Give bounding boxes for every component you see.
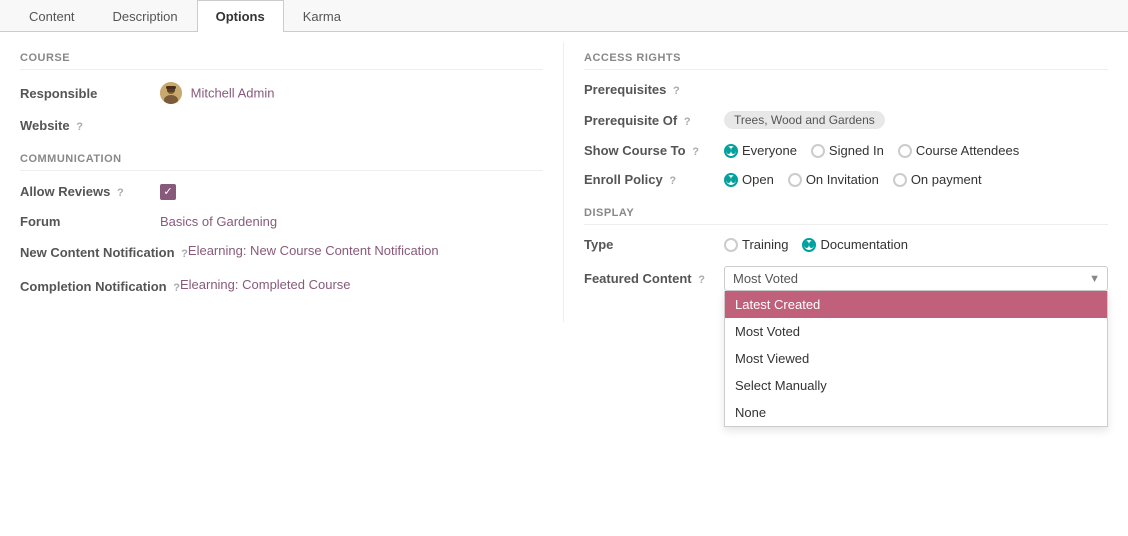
- radio-everyone-circle: [724, 144, 738, 158]
- new-content-notification-row: New Content Notification ? Elearning: Ne…: [20, 243, 543, 264]
- prerequisite-of-help-icon: ?: [684, 116, 691, 128]
- type-training[interactable]: Training: [724, 237, 788, 252]
- new-content-notification-value: Elearning: New Course Content Notificati…: [188, 243, 543, 258]
- completion-notification-label: Completion Notification ?: [20, 277, 180, 298]
- completion-link[interactable]: Elearning: Completed Course: [180, 277, 351, 292]
- type-documentation[interactable]: Documentation: [802, 237, 907, 252]
- forum-row: Forum Basics of Gardening: [20, 214, 543, 229]
- show-course-to-row: Show Course To ? Everyone Signed In Cour…: [584, 143, 1108, 158]
- show-course-to-help-icon: ?: [692, 146, 699, 158]
- show-course-to-label: Show Course To ?: [584, 143, 724, 158]
- enroll-policy-label: Enroll Policy ?: [584, 172, 724, 187]
- completion-help-icon: ?: [173, 282, 180, 294]
- radio-training-label: Training: [742, 237, 788, 252]
- enroll-policy-help-icon: ?: [669, 175, 676, 187]
- featured-content-dropdown-wrapper: Latest Created Most Voted Most Viewed Se…: [724, 266, 1108, 291]
- prerequisite-of-value: Trees, Wood and Gardens: [724, 111, 1108, 129]
- enroll-policy-payment[interactable]: On payment: [893, 172, 982, 187]
- radio-training-circle: [724, 238, 738, 252]
- radio-everyone-label: Everyone: [742, 143, 797, 158]
- prerequisites-row: Prerequisites ?: [584, 82, 1108, 97]
- avatar: [160, 82, 182, 104]
- forum-link[interactable]: Basics of Gardening: [160, 214, 277, 229]
- prerequisite-tag[interactable]: Trees, Wood and Gardens: [724, 111, 885, 129]
- dropdown-item-latest-created[interactable]: Latest Created: [725, 291, 1107, 318]
- radio-payment-label: On payment: [911, 172, 982, 187]
- new-content-notification-label: New Content Notification ?: [20, 243, 188, 264]
- prerequisites-help-icon: ?: [673, 85, 680, 97]
- radio-open-circle: [724, 173, 738, 187]
- responsible-value: Mitchell Admin: [160, 82, 543, 104]
- featured-content-row: Featured Content ? Latest Created Most V…: [584, 266, 1108, 291]
- access-rights-section-title: ACCESS RIGHTS: [584, 52, 1108, 70]
- completion-notification-value: Elearning: Completed Course: [180, 277, 543, 292]
- completion-notification-row: Completion Notification ? Elearning: Com…: [20, 277, 543, 298]
- website-label: Website ?: [20, 118, 160, 133]
- allow-reviews-help-icon: ?: [117, 187, 124, 199]
- show-course-to-everyone[interactable]: Everyone: [724, 143, 797, 158]
- right-panel: ACCESS RIGHTS Prerequisites ? Prerequisi…: [564, 42, 1128, 322]
- tab-description[interactable]: Description: [94, 0, 197, 32]
- show-course-to-signed-in[interactable]: Signed In: [811, 143, 884, 158]
- website-help-icon: ?: [76, 121, 83, 133]
- radio-open-label: Open: [742, 172, 774, 187]
- responsible-label: Responsible: [20, 86, 160, 101]
- tab-options[interactable]: Options: [197, 0, 284, 32]
- radio-signed-in-label: Signed In: [829, 143, 884, 158]
- radio-invitation-circle: [788, 173, 802, 187]
- featured-content-select-wrapper: Latest Created Most Voted Most Viewed Se…: [724, 266, 1108, 291]
- radio-documentation-label: Documentation: [820, 237, 907, 252]
- communication-section-title: COMMUNICATION: [20, 153, 543, 171]
- tabs-bar: Content Description Options Karma: [0, 0, 1128, 32]
- dropdown-item-none[interactable]: None: [725, 399, 1107, 426]
- enroll-policy-row: Enroll Policy ? Open On Invitation On pa…: [584, 172, 1108, 187]
- radio-attendees-label: Course Attendees: [916, 143, 1019, 158]
- radio-payment-circle: [893, 173, 907, 187]
- website-row: Website ?: [20, 118, 543, 133]
- featured-content-select[interactable]: Latest Created Most Voted Most Viewed Se…: [724, 266, 1108, 291]
- prerequisites-label: Prerequisites ?: [584, 82, 724, 97]
- type-options: Training Documentation: [724, 237, 1108, 252]
- tab-content[interactable]: Content: [10, 0, 94, 32]
- new-content-link[interactable]: Elearning: New Course Content Notificati…: [188, 243, 439, 258]
- enroll-policy-open[interactable]: Open: [724, 172, 774, 187]
- dropdown-item-most-viewed[interactable]: Most Viewed: [725, 345, 1107, 372]
- left-panel: COURSE Responsible Mitchell Admin: [0, 42, 564, 322]
- show-course-to-options: Everyone Signed In Course Attendees: [724, 143, 1108, 158]
- featured-content-dropdown-menu: Latest Created Most Voted Most Viewed Se…: [724, 291, 1108, 427]
- enroll-policy-invitation[interactable]: On Invitation: [788, 172, 879, 187]
- tab-karma[interactable]: Karma: [284, 0, 360, 32]
- prerequisite-of-label: Prerequisite Of ?: [584, 113, 724, 128]
- dropdown-item-select-manually[interactable]: Select Manually: [725, 372, 1107, 399]
- display-section-title: DISPLAY: [584, 207, 1108, 225]
- dropdown-item-most-voted[interactable]: Most Voted: [725, 318, 1107, 345]
- enroll-policy-options: Open On Invitation On payment: [724, 172, 1108, 187]
- type-label: Type: [584, 237, 724, 252]
- allow-reviews-label: Allow Reviews ?: [20, 184, 160, 199]
- featured-content-help-icon: ?: [698, 274, 705, 286]
- radio-documentation-circle: [802, 238, 816, 252]
- show-course-to-attendees[interactable]: Course Attendees: [898, 143, 1019, 158]
- new-content-help-icon: ?: [181, 248, 188, 260]
- featured-content-label: Featured Content ?: [584, 266, 724, 286]
- prerequisite-of-row: Prerequisite Of ? Trees, Wood and Garden…: [584, 111, 1108, 129]
- forum-label: Forum: [20, 214, 160, 229]
- radio-invitation-label: On Invitation: [806, 172, 879, 187]
- type-row: Type Training Documentation: [584, 237, 1108, 252]
- responsible-name[interactable]: Mitchell Admin: [191, 86, 275, 101]
- allow-reviews-checkbox[interactable]: ✓: [160, 184, 176, 200]
- radio-signed-in-circle: [811, 144, 825, 158]
- allow-reviews-value: ✓: [160, 183, 543, 200]
- responsible-row: Responsible Mitchell Admin: [20, 82, 543, 104]
- radio-attendees-circle: [898, 144, 912, 158]
- allow-reviews-row: Allow Reviews ? ✓: [20, 183, 543, 200]
- forum-value: Basics of Gardening: [160, 214, 543, 229]
- course-section-title: COURSE: [20, 52, 543, 70]
